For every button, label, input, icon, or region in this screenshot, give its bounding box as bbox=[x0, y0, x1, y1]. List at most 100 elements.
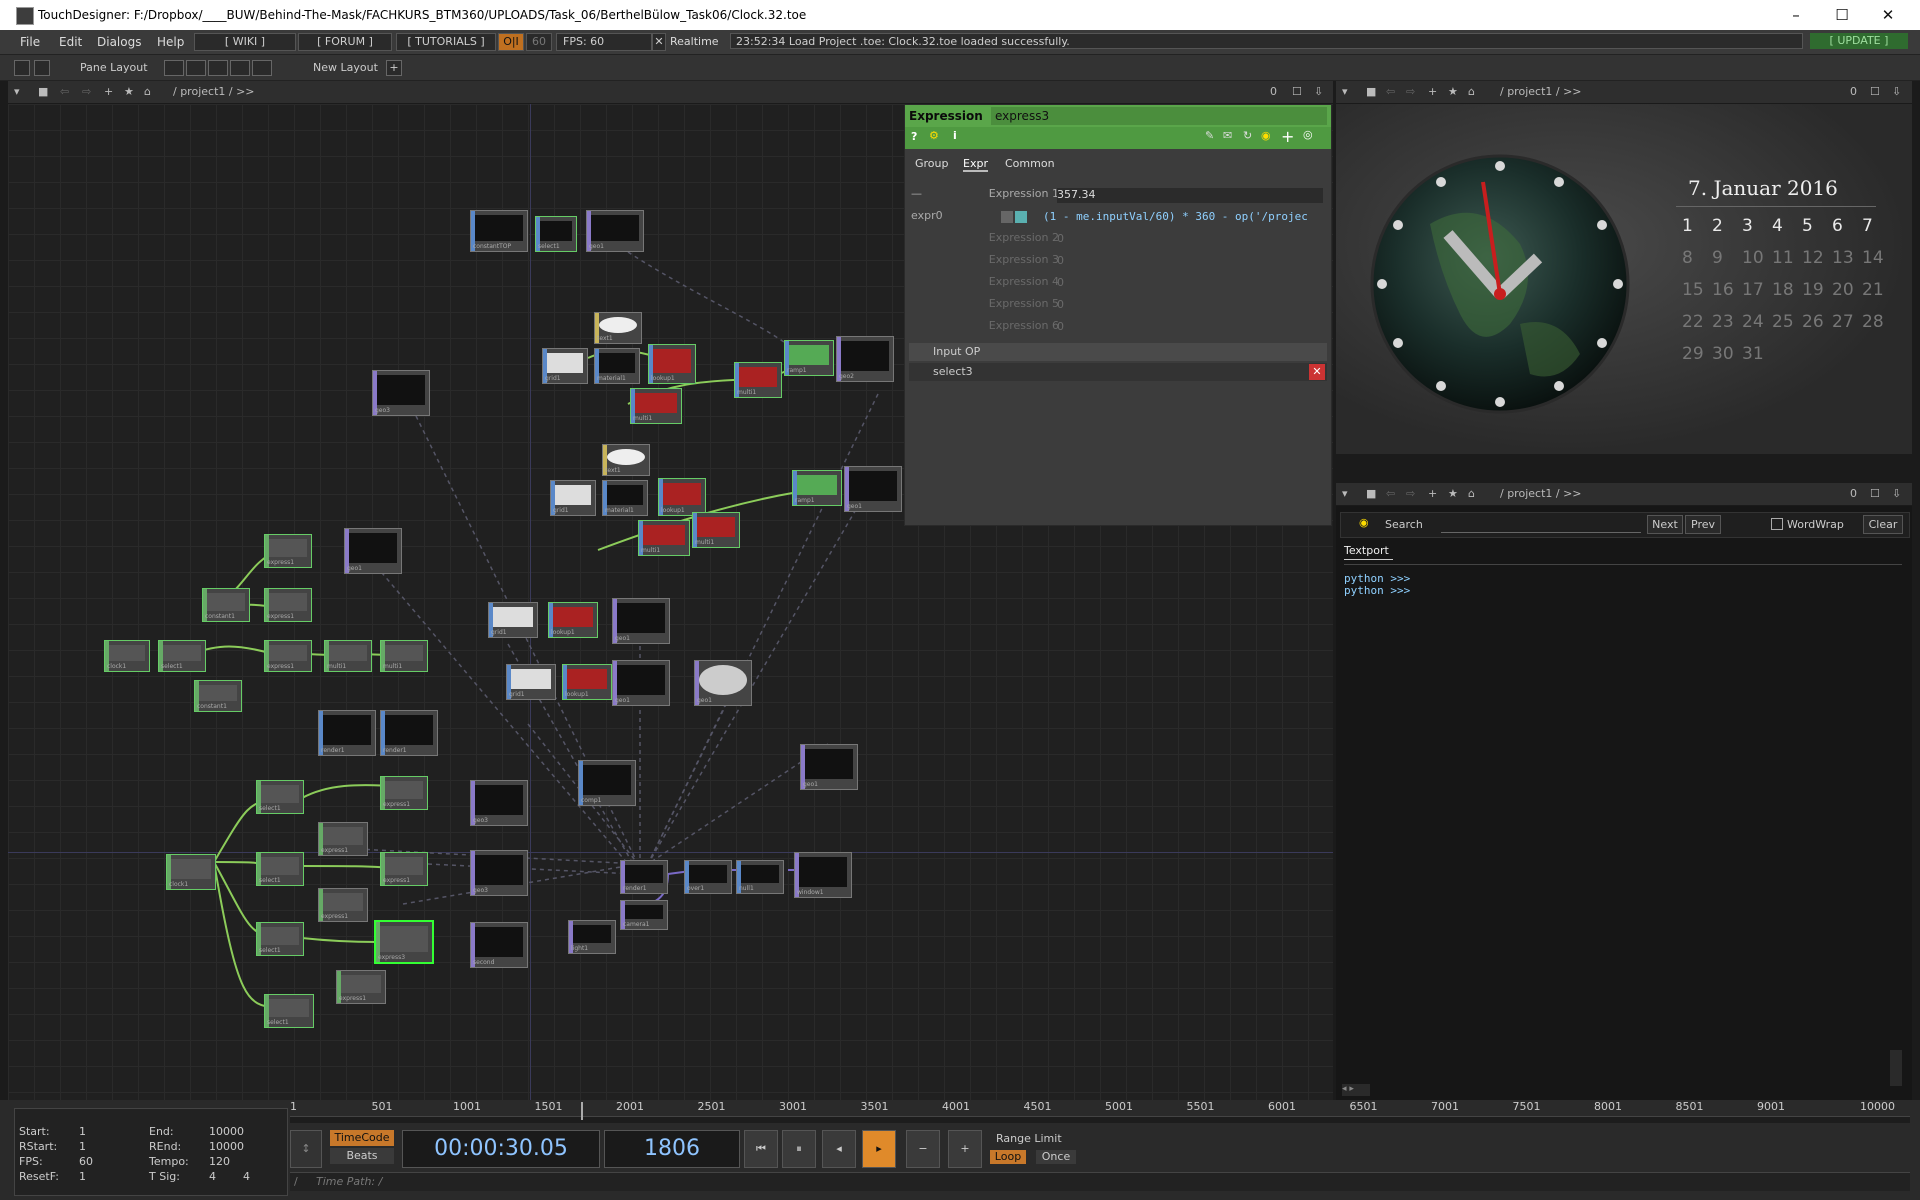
node-over1[interactable]: over1 bbox=[684, 860, 732, 894]
maximize-button[interactable]: ☐ bbox=[1822, 4, 1862, 26]
play-icon[interactable]: ▸ bbox=[862, 1130, 896, 1168]
pane-menu-icon[interactable]: ▾ bbox=[1342, 85, 1348, 98]
menu-help[interactable]: Help bbox=[157, 35, 184, 49]
expression6-value[interactable]: 0 bbox=[1057, 320, 1323, 335]
node-express2[interactable]: express1 bbox=[380, 852, 428, 886]
expression2-value[interactable]: 0 bbox=[1057, 232, 1323, 247]
forward-icon[interactable]: ⇨ bbox=[82, 85, 91, 98]
node-grid2[interactable]: grid1 bbox=[550, 480, 596, 516]
step-back-icon[interactable]: ◂ bbox=[822, 1130, 856, 1168]
node-geo8[interactable]: geo1 bbox=[694, 660, 752, 706]
node-geo4[interactable]: geo1 bbox=[844, 466, 902, 512]
node-minute[interactable]: geo3 bbox=[470, 850, 528, 896]
timeline-ruler[interactable]: 1 501 1001 1501 2001 2501 3001 3501 4001 4501 5001… bbox=[290, 1100, 1910, 1117]
param-row-expression2[interactable]: Expression 20 bbox=[905, 231, 1331, 249]
node-ramp1[interactable]: ramp1 bbox=[784, 340, 834, 376]
input-op-value[interactable]: select3 bbox=[909, 365, 973, 378]
node-chop-m[interactable]: express1 bbox=[318, 822, 368, 856]
node-lookup2[interactable]: lookup1 bbox=[658, 478, 706, 516]
node-material2[interactable]: material1 bbox=[602, 480, 648, 516]
target-icon[interactable]: ◎ bbox=[1303, 128, 1313, 141]
pane-split-icon[interactable]: ⇩ bbox=[1892, 487, 1901, 500]
next-button[interactable]: Next bbox=[1647, 515, 1683, 534]
time-path-label[interactable]: Time Path: / bbox=[316, 1175, 382, 1188]
param-row-expr0[interactable]: expr0 (1 - me.inputVal/60) * 360 - op('/… bbox=[905, 209, 1331, 227]
node-select-s[interactable]: select1 bbox=[256, 922, 304, 956]
pane-menu-icon[interactable]: ▾ bbox=[14, 85, 20, 98]
node-chop-s[interactable]: express1 bbox=[318, 888, 368, 922]
add-layout-icon[interactable]: + bbox=[386, 60, 402, 76]
menu-edit[interactable]: Edit bbox=[59, 35, 82, 49]
param-row-expression6[interactable]: Expression 60 bbox=[905, 319, 1331, 337]
bookmark-star-icon[interactable]: ★ bbox=[124, 85, 134, 98]
clear-button[interactable]: Clear bbox=[1863, 515, 1903, 534]
comment-icon[interactable]: ✉ bbox=[1223, 129, 1232, 142]
tab-group[interactable]: Group bbox=[915, 157, 949, 170]
node-geo1[interactable]: geo1 bbox=[586, 210, 644, 252]
timeline-options-icon[interactable]: ↕ bbox=[290, 1130, 322, 1168]
bookmark-star-icon[interactable]: ★ bbox=[1448, 85, 1458, 98]
timeline-track[interactable] bbox=[290, 1117, 1910, 1123]
help-icon[interactable]: ? bbox=[911, 130, 917, 143]
node-select-m[interactable]: select1 bbox=[256, 852, 304, 886]
collapse-icon[interactable]: — bbox=[911, 187, 922, 200]
search-input[interactable] bbox=[1441, 517, 1641, 533]
node-geo9[interactable]: geo1 bbox=[800, 744, 858, 790]
node-material1[interactable]: material1 bbox=[594, 348, 640, 384]
back-icon[interactable]: ⇦ bbox=[1386, 487, 1395, 500]
expression4-value[interactable]: 0 bbox=[1057, 276, 1323, 291]
realtime-checkbox[interactable]: ✕ bbox=[652, 33, 666, 51]
node-chop-c[interactable]: select1 bbox=[158, 640, 206, 672]
info-icon[interactable]: i bbox=[953, 129, 957, 142]
node-window1[interactable]: window1 bbox=[794, 852, 852, 898]
node-express3-selected[interactable]: express3 bbox=[374, 920, 434, 964]
pane-split-icon[interactable]: ⇩ bbox=[1314, 85, 1323, 98]
node-light1[interactable]: light1 bbox=[568, 920, 616, 954]
add-op-icon[interactable]: + bbox=[104, 85, 113, 98]
fps-value[interactable]: 60 bbox=[79, 1155, 93, 1168]
expression3-value[interactable]: 0 bbox=[1057, 254, 1323, 269]
node-chop-d[interactable]: express1 bbox=[264, 640, 312, 672]
node-geo6[interactable]: geo1 bbox=[612, 598, 670, 644]
node-multi-b[interactable]: multi1 bbox=[734, 362, 782, 398]
add-op-icon[interactable]: + bbox=[1428, 487, 1437, 500]
param-row-expression5[interactable]: Expression 50 bbox=[905, 297, 1331, 315]
node-sop-a[interactable]: grid1 bbox=[488, 602, 538, 638]
node-express1[interactable]: express1 bbox=[380, 776, 428, 810]
end-value[interactable]: 10000 bbox=[209, 1125, 244, 1138]
pane-menu-icon[interactable]: ▾ bbox=[1342, 487, 1348, 500]
expression1-value[interactable]: 357.34 bbox=[1057, 188, 1323, 203]
horizontal-scroll-icon[interactable]: ◂ ▸ bbox=[1342, 1084, 1370, 1096]
timecode-display[interactable]: 00:00:30.05 bbox=[402, 1130, 600, 1168]
layout-split-h-icon[interactable] bbox=[186, 60, 206, 76]
node-top-b[interactable]: lookup1 bbox=[562, 664, 612, 700]
edit-icon[interactable]: ✎ bbox=[1205, 129, 1214, 142]
forward-icon[interactable]: ⇨ bbox=[1406, 487, 1415, 500]
maximize-pane-icon[interactable]: ☐ bbox=[1870, 487, 1880, 500]
frame-display[interactable]: 1806 bbox=[604, 1130, 740, 1168]
python-help-icon[interactable]: ⚙ bbox=[929, 129, 939, 142]
node-second[interactable]: second bbox=[470, 922, 528, 968]
expr-mode-icon-active[interactable] bbox=[1015, 211, 1027, 223]
param-row-expression4[interactable]: Expression 40 bbox=[905, 275, 1331, 293]
home-icon[interactable]: ⌂ bbox=[1468, 85, 1475, 98]
layout-single-icon[interactable] bbox=[164, 60, 184, 76]
node-constant1[interactable]: constant1 bbox=[202, 588, 250, 622]
node-select1[interactable]: select1 bbox=[535, 216, 577, 252]
rend-value[interactable]: 10000 bbox=[209, 1140, 244, 1153]
expr-mode-icon[interactable] bbox=[1001, 211, 1013, 223]
menu-file[interactable]: File bbox=[20, 35, 40, 49]
node-geo2[interactable]: geo2 bbox=[836, 336, 894, 382]
node-null1[interactable]: null1 bbox=[736, 860, 784, 894]
layout-icon-2[interactable] bbox=[34, 60, 50, 76]
plus-icon[interactable]: + bbox=[948, 1130, 982, 1168]
menu-dialogs[interactable]: Dialogs bbox=[97, 35, 141, 49]
refresh-icon[interactable]: ↻ bbox=[1243, 129, 1252, 142]
node-text2[interactable]: text1 bbox=[602, 444, 650, 476]
node-chop-f[interactable]: multi1 bbox=[380, 640, 428, 672]
update-button[interactable]: [ UPDATE ] bbox=[1810, 33, 1908, 49]
node-geo5[interactable]: geo1 bbox=[344, 528, 402, 574]
node-camera1[interactable]: camera1 bbox=[620, 900, 668, 930]
node-grid1[interactable]: grid1 bbox=[542, 348, 588, 384]
node-hour[interactable]: geo3 bbox=[470, 780, 528, 826]
